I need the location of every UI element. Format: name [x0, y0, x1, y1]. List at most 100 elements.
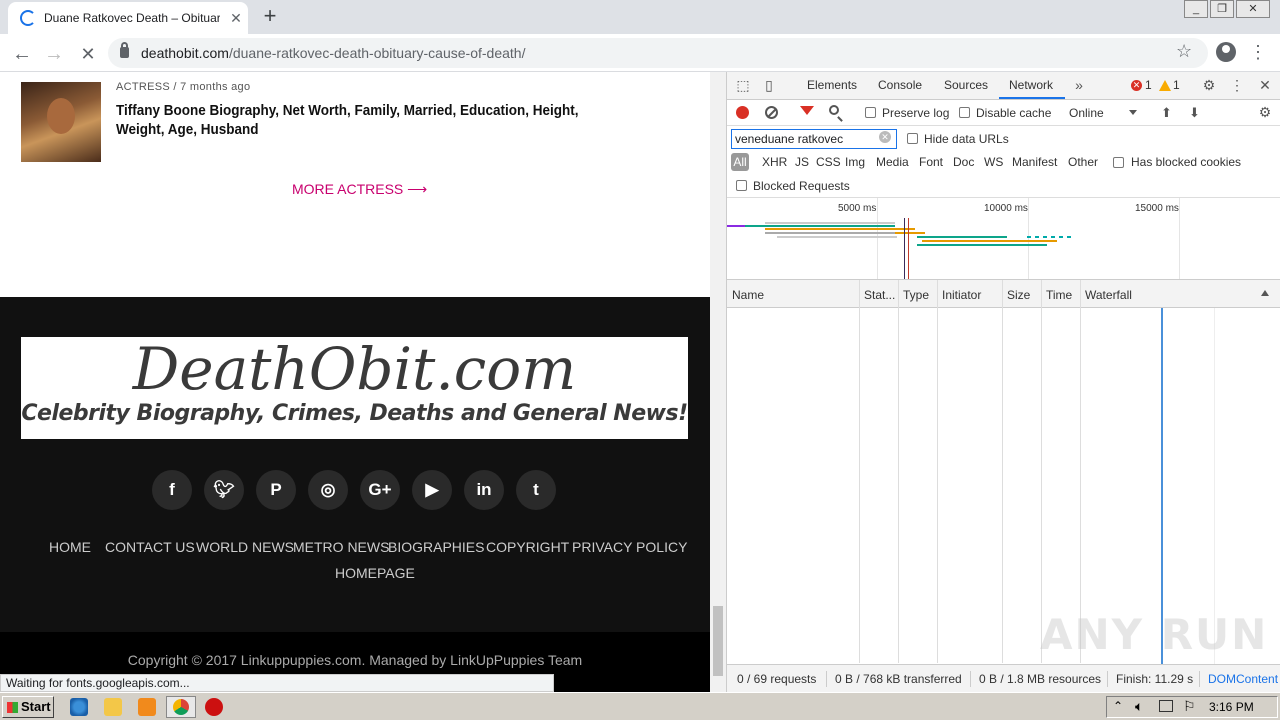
column-divider[interactable] [1002, 280, 1003, 663]
tab-elements[interactable]: Elements [807, 78, 857, 92]
filter-icon[interactable] [800, 106, 814, 115]
media-player-icon[interactable] [138, 698, 156, 716]
devtools-menu-icon[interactable]: ⋮ [1229, 77, 1245, 93]
warning-count[interactable]: 1 [1173, 78, 1180, 92]
stop-loading-button[interactable]: ✕ [74, 40, 102, 68]
footer-nav-privacy[interactable]: PRIVACY POLICY [572, 539, 687, 555]
address-bar[interactable]: deathobit.com/duane-ratkovec-death-obitu… [108, 38, 1208, 68]
profile-avatar-icon[interactable] [1216, 42, 1236, 62]
instagram-icon[interactable]: ◎ [308, 470, 348, 510]
footer-nav-world-news[interactable]: WORLD NEWS [196, 539, 294, 555]
column-initiator[interactable]: Initiator [942, 288, 981, 302]
chevron-down-icon[interactable] [1129, 110, 1137, 115]
folder-icon[interactable] [104, 698, 122, 716]
site-logo[interactable]: DeathObit.com Celebrity Biography, Crime… [21, 337, 688, 439]
type-filter-other[interactable]: Other [1068, 155, 1098, 169]
network-icon[interactable] [1159, 700, 1173, 712]
minimize-button[interactable]: _ [1184, 0, 1208, 18]
column-waterfall[interactable]: Waterfall [1085, 288, 1132, 302]
throttle-select[interactable]: Online [1069, 106, 1104, 120]
type-filter-ws[interactable]: WS [984, 155, 1003, 169]
twitter-icon[interactable]: 🐦︎ [204, 470, 244, 510]
disable-cache-checkbox[interactable] [959, 107, 970, 118]
type-filter-all[interactable]: All [731, 153, 749, 171]
footer-nav-copyright[interactable]: COPYRIGHT [486, 539, 569, 555]
more-tabs-icon[interactable]: » [1071, 77, 1087, 93]
settings-gear-icon[interactable]: ⚙ [1201, 77, 1217, 93]
export-har-icon[interactable]: ⬇ [1189, 105, 1200, 121]
type-filter-js[interactable]: JS [795, 155, 809, 169]
footer-nav-biographies[interactable]: BIOGRAPHIES [388, 539, 484, 555]
sort-ascending-icon[interactable] [1261, 290, 1269, 296]
column-status[interactable]: Stat... [864, 288, 895, 302]
column-time[interactable]: Time [1046, 288, 1072, 302]
scrollbar-thumb[interactable] [713, 606, 723, 676]
tab-sources[interactable]: Sources [944, 78, 988, 92]
blocked-requests-checkbox[interactable] [736, 180, 747, 191]
footer-nav-contact[interactable]: CONTACT US [105, 539, 195, 555]
start-button[interactable]: Start [2, 696, 54, 718]
close-devtools-icon[interactable]: ✕ [1257, 77, 1273, 93]
error-icon[interactable]: ✕ [1131, 80, 1142, 91]
stop-sign-icon[interactable] [205, 698, 223, 716]
column-divider[interactable] [937, 280, 938, 663]
new-tab-button[interactable]: + [258, 4, 282, 28]
bookmark-star-icon[interactable]: ☆ [1176, 41, 1192, 62]
facebook-icon[interactable]: f [152, 470, 192, 510]
tumblr-icon[interactable]: t [516, 470, 556, 510]
google-plus-icon[interactable]: G+ [360, 470, 400, 510]
volume-icon[interactable]: 🔈︎ [1135, 698, 1143, 715]
tab-close-icon[interactable]: ✕ [226, 8, 246, 28]
column-divider[interactable] [1080, 280, 1081, 663]
record-button[interactable] [736, 106, 749, 119]
internet-explorer-icon[interactable] [70, 698, 88, 716]
youtube-icon[interactable]: ▶ [412, 470, 452, 510]
filter-input[interactable]: veneduane ratkovec [731, 129, 897, 149]
has-blocked-cookies-checkbox[interactable] [1113, 157, 1124, 168]
type-filter-font[interactable]: Font [919, 155, 943, 169]
forward-button[interactable]: → [40, 40, 68, 68]
inspect-element-icon[interactable]: ⬚ [735, 77, 751, 93]
type-filter-manifest[interactable]: Manifest [1012, 155, 1057, 169]
type-filter-img[interactable]: Img [845, 155, 865, 169]
linkedin-icon[interactable]: in [464, 470, 504, 510]
network-settings-gear-icon[interactable]: ⚙ [1257, 104, 1273, 120]
column-size[interactable]: Size [1007, 288, 1030, 302]
column-divider[interactable] [898, 280, 899, 663]
footer-nav-homepage[interactable]: HOMEPAGE [335, 565, 415, 581]
action-center-flag-icon[interactable]: ⚐ [1183, 698, 1196, 715]
browser-tab[interactable]: Duane Ratkovec Death – Obituary, C ✕ [8, 2, 248, 34]
column-divider[interactable] [1041, 280, 1042, 663]
type-filter-xhr[interactable]: XHR [762, 155, 787, 169]
hide-data-urls-checkbox[interactable] [907, 133, 918, 144]
back-button[interactable]: ← [8, 40, 36, 68]
preserve-log-checkbox[interactable] [865, 107, 876, 118]
chrome-taskbar-button[interactable] [166, 696, 196, 718]
show-hidden-icons-icon[interactable]: ⌃ [1113, 699, 1123, 713]
search-icon[interactable] [829, 105, 839, 115]
column-divider[interactable] [859, 280, 860, 663]
browser-menu-icon[interactable]: ⋮ [1248, 40, 1268, 64]
footer-nav-metro-news[interactable]: METRO NEWS [293, 539, 389, 555]
more-actress-link[interactable]: MORE ACTRESS ⟶ [292, 181, 427, 198]
type-filter-css[interactable]: CSS [816, 155, 841, 169]
article-title-link[interactable]: Tiffany Boone Biography, Net Worth, Fami… [116, 101, 620, 139]
network-overview-timeline[interactable]: 5000 ms 10000 ms 15000 ms [727, 198, 1280, 280]
article-thumbnail[interactable] [21, 82, 101, 162]
clear-button[interactable] [765, 106, 778, 119]
page-scrollbar[interactable] [710, 72, 726, 692]
warning-icon[interactable] [1159, 80, 1171, 91]
column-name[interactable]: Name [732, 288, 764, 302]
import-har-icon[interactable]: ⬆ [1161, 105, 1172, 121]
type-filter-media[interactable]: Media [876, 155, 909, 169]
error-count[interactable]: 1 [1145, 78, 1152, 92]
taskbar-clock[interactable]: 3:16 PM [1209, 700, 1254, 714]
article-category[interactable]: ACTRESS [116, 81, 170, 93]
column-type[interactable]: Type [903, 288, 929, 302]
pinterest-icon[interactable]: P [256, 470, 296, 510]
clear-filter-icon[interactable]: ✕ [879, 131, 891, 143]
footer-nav-home[interactable]: HOME [49, 539, 91, 555]
restore-button[interactable]: ❐ [1210, 0, 1234, 18]
type-filter-doc[interactable]: Doc [953, 155, 974, 169]
device-toolbar-icon[interactable]: ▯ [761, 77, 777, 93]
